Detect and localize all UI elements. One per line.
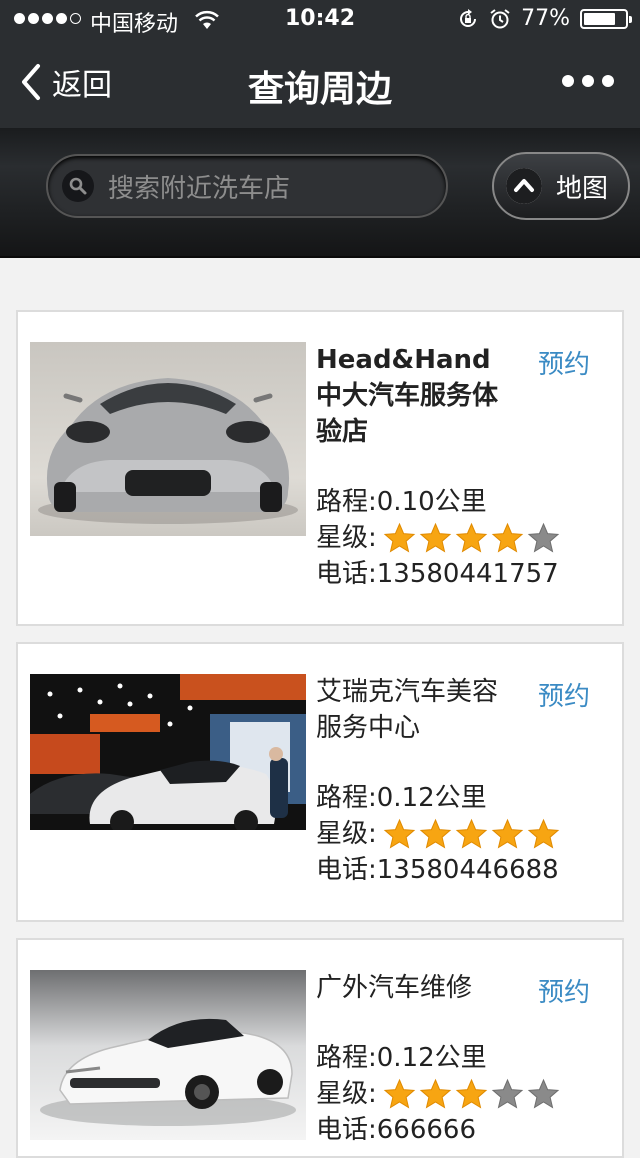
distance-value: 0.12公里	[376, 783, 487, 813]
star-filled-icon	[419, 1078, 452, 1109]
distance-label: 路程:	[316, 487, 377, 517]
star-rating	[383, 818, 560, 851]
phone-label: 电话:	[316, 1115, 377, 1145]
white-sports-car-image	[40, 1018, 296, 1126]
shop-card[interactable]: 艾瑞克汽车美容服务中心 路程: 0.12公里 星级: 电话: 135804466…	[16, 642, 624, 922]
navigation-bar: 返回 查询周边	[0, 40, 640, 128]
star-filled-icon	[455, 1078, 488, 1109]
star-empty-icon	[491, 1078, 524, 1109]
rating-row: 星级:	[316, 1076, 560, 1112]
phone-row[interactable]: 电话: 13580441757	[316, 556, 560, 592]
alarm-icon	[490, 8, 510, 28]
rotation-lock-icon	[460, 8, 477, 27]
battery-percentage: 77%	[521, 6, 570, 31]
distance-label: 路程:	[316, 783, 377, 813]
phone-label: 电话:	[316, 559, 377, 589]
distance-value: 0.10公里	[376, 487, 487, 517]
phone-value[interactable]: 13580446688	[377, 852, 559, 888]
search-placeholder: 搜索附近洗车店	[108, 173, 291, 204]
book-link[interactable]: 预约	[538, 344, 590, 381]
shop-photo	[30, 674, 306, 830]
rating-row: 星级:	[316, 816, 560, 852]
star-filled-icon	[455, 522, 488, 553]
phone-value[interactable]: 666666	[377, 1112, 476, 1148]
top-bar: 中国移动 10:42 77% 返回 查询周边	[0, 0, 640, 128]
more-dot-icon	[602, 75, 614, 87]
silver-sports-car-image	[38, 378, 298, 524]
phone-label: 电话:	[316, 855, 377, 885]
rating-row: 星级:	[316, 520, 560, 556]
status-bar: 中国移动 10:42 77%	[0, 0, 640, 40]
phone-row[interactable]: 电话: 13580446688	[316, 852, 560, 888]
star-filled-icon	[491, 818, 524, 849]
star-filled-icon	[383, 522, 416, 553]
distance-label: 路程:	[316, 1043, 377, 1073]
shop-name: Head&Hand中大汽车服务体验店	[316, 345, 499, 447]
star-filled-icon	[491, 522, 524, 553]
phone-value[interactable]: 13580441757	[377, 556, 559, 592]
shop-card[interactable]: 广外汽车维修 路程: 0.12公里 星级: 电话: 666666 预约	[16, 938, 624, 1158]
star-filled-icon	[527, 818, 560, 849]
star-empty-icon	[527, 522, 560, 553]
shop-photo	[30, 342, 306, 536]
more-dot-icon	[582, 75, 594, 87]
shop-name: 艾瑞克汽车美容服务中心	[316, 677, 499, 743]
rating-label: 星级:	[316, 819, 377, 849]
rating-label: 星级:	[316, 1079, 377, 1109]
shop-name: 广外汽车维修	[316, 973, 473, 1003]
more-options-button[interactable]	[562, 75, 614, 87]
shop-card[interactable]: Head&Hand中大汽车服务体验店 路程: 0.10公里 星级: 电话: 13…	[16, 310, 624, 626]
car-showroom-image	[30, 674, 306, 830]
book-link[interactable]: 预约	[538, 676, 590, 713]
distance-row: 路程: 0.12公里	[316, 780, 560, 816]
star-filled-icon	[419, 818, 452, 849]
more-dot-icon	[562, 75, 574, 87]
book-link[interactable]: 预约	[538, 972, 590, 1009]
star-filled-icon	[455, 818, 488, 849]
map-button[interactable]: 地图	[492, 152, 630, 220]
search-input[interactable]: 搜索附近洗车店	[46, 154, 448, 218]
rating-label: 星级:	[316, 523, 377, 553]
map-button-label: 地图	[556, 173, 609, 204]
distance-value: 0.12公里	[376, 1043, 487, 1073]
star-empty-icon	[527, 1078, 560, 1109]
star-filled-icon	[383, 1078, 416, 1109]
star-filled-icon	[383, 818, 416, 849]
star-rating	[383, 1078, 560, 1111]
search-icon	[62, 170, 94, 202]
phone-row[interactable]: 电话: 666666	[316, 1112, 560, 1148]
chevron-up-icon	[506, 168, 542, 204]
distance-row: 路程: 0.10公里	[316, 484, 560, 520]
distance-row: 路程: 0.12公里	[316, 1040, 560, 1076]
star-filled-icon	[419, 522, 452, 553]
search-bar-area: 搜索附近洗车店 地图	[0, 128, 640, 258]
battery-icon	[580, 8, 632, 29]
star-rating	[383, 522, 560, 555]
page-title: 查询周边	[247, 69, 392, 110]
shop-photo	[30, 970, 306, 1140]
